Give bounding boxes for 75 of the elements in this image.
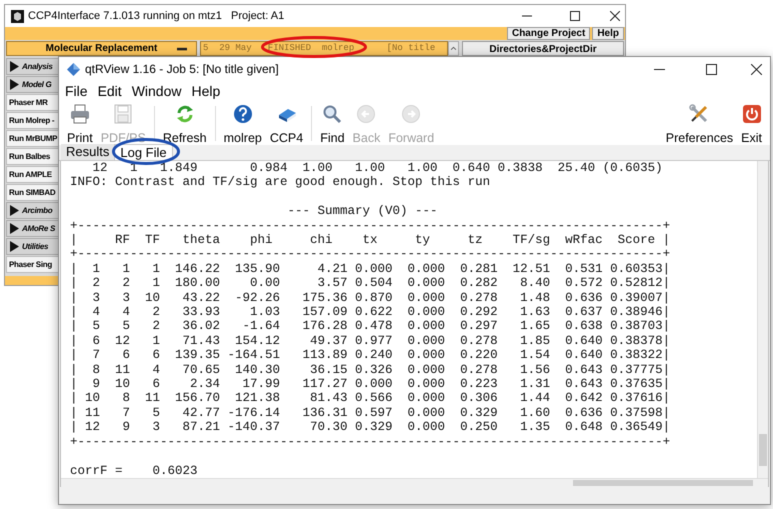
window-title: CCP4Interface 7.1.013 running on mtz1 Project: A1 bbox=[28, 8, 284, 24]
menu-item[interactable]: Edit bbox=[92, 81, 127, 102]
search-icon bbox=[322, 104, 342, 124]
toolbar-button[interactable]: Preferences bbox=[662, 102, 738, 145]
horizontal-scrollbar[interactable] bbox=[61, 478, 768, 487]
log-line: +------------------------------------------------------------------------------+ bbox=[70, 218, 672, 234]
toolbar-button[interactable]: Exit bbox=[737, 102, 766, 145]
job-entry: 5 29 May FINISHED molrep [No title bbox=[202, 42, 436, 55]
menu-item[interactable]: Help bbox=[186, 81, 226, 102]
window-title: qtRView 1.16 - Job 5: [No title given] bbox=[85, 61, 279, 78]
floppy-icon bbox=[113, 104, 134, 124]
maximize-icon[interactable] bbox=[570, 11, 580, 21]
tab[interactable]: Results bbox=[61, 144, 114, 160]
maximize-icon[interactable] bbox=[706, 64, 717, 74]
task-button[interactable]: Run SIMBAD bbox=[6, 184, 59, 201]
group-label: Analysis bbox=[22, 60, 53, 72]
group-header[interactable]: Model G bbox=[6, 76, 59, 93]
task-button[interactable]: Run AMPLE bbox=[6, 166, 59, 183]
toolbar-button[interactable]: CCP4 bbox=[266, 102, 308, 145]
expand-triangle-icon[interactable] bbox=[10, 223, 19, 234]
app-icon bbox=[11, 10, 24, 22]
expand-triangle-icon[interactable] bbox=[10, 241, 19, 252]
expand-triangle-icon[interactable] bbox=[10, 205, 19, 216]
toolbar-button[interactable]: Find bbox=[316, 102, 349, 145]
log-line: | 6 12 1 71.43 154.12 49.37 0.977 0.000 0.278 1.85 0.640 0.38378| bbox=[70, 334, 672, 348]
directories-button[interactable]: Directories&ProjectDir bbox=[462, 41, 624, 56]
group-label: Arcimbo bbox=[22, 204, 52, 216]
menu-item[interactable]: Window bbox=[126, 81, 186, 102]
group-header[interactable]: AMoRe S bbox=[6, 220, 59, 237]
tab[interactable]: Log File bbox=[114, 144, 173, 160]
scroll-up-icon[interactable] bbox=[448, 41, 459, 56]
expand-triangle-icon[interactable] bbox=[10, 79, 19, 90]
log-line: | 3 3 10 43.22 -92.26 175.36 0.870 0.000 0.278 1.48 0.636 0.39007| bbox=[70, 290, 672, 306]
log-line: | 1 1 1 146.22 135.90 4.21 0.000 0.000 0.281 12.51 0.531 0.60353| bbox=[70, 262, 672, 276]
log-line: | 8 11 4 70.65 140.30 36.15 0.326 0.000 0.278 1.56 0.643 0.37775| bbox=[70, 362, 672, 378]
expand-triangle-icon[interactable] bbox=[10, 61, 19, 72]
log-line: | 12 9 3 87.21 -140.37 70.30 0.329 0.000 0.250 1.35 0.648 0.36549| bbox=[70, 420, 672, 435]
group-label: AMoRe S bbox=[22, 222, 56, 234]
module-button[interactable]: Molecular Replacement bbox=[6, 41, 197, 56]
vertical-scrollbar[interactable] bbox=[757, 161, 768, 478]
group-label: Model G bbox=[22, 78, 52, 90]
group-header[interactable]: Arcimbo bbox=[6, 202, 59, 219]
log-line: +------------------------------------------------------------------------------+ bbox=[70, 247, 672, 262]
task-button[interactable]: Phaser MR bbox=[6, 94, 59, 111]
footer-bar bbox=[5, 276, 58, 285]
log-line: | RF TF theta phi chi tx ty tz TF/sg wRfac Score | bbox=[70, 233, 672, 248]
task-button[interactable]: Run Balbes bbox=[6, 148, 59, 165]
log-line: | 4 4 2 33.93 1.03 157.09 0.622 0.000 0.292 1.63 0.637 0.38946| bbox=[70, 305, 672, 320]
log-line: | 11 7 5 42.77 -176.14 136.31 0.597 0.000 0.329 1.60 0.636 0.37598| bbox=[70, 406, 672, 420]
refresh-icon bbox=[174, 104, 195, 124]
log-line: --- Summary (V0) --- bbox=[286, 204, 439, 219]
log-line: | 2 2 1 180.00 0.00 3.57 0.504 0.000 0.282 8.40 0.572 0.52812| bbox=[70, 276, 672, 291]
task-button[interactable]: Phaser Sing bbox=[6, 256, 59, 273]
group-header[interactable]: Utilities bbox=[6, 238, 59, 255]
top-button[interactable]: Help bbox=[592, 27, 624, 40]
task-button[interactable]: Run MrBUMP bbox=[6, 130, 59, 147]
tools-icon bbox=[689, 104, 710, 124]
log-line: corrF = 0.6023 bbox=[70, 464, 199, 478]
menu-item[interactable]: File bbox=[60, 81, 93, 102]
toolbar-button[interactable]: molrep bbox=[220, 102, 266, 145]
diamond-icon bbox=[67, 62, 80, 76]
group-header[interactable]: Analysis bbox=[6, 58, 59, 75]
log-line: +------------------------------------------------------------------------------+ bbox=[70, 434, 672, 450]
group-label: Utilities bbox=[22, 240, 48, 252]
close-icon[interactable] bbox=[751, 64, 762, 74]
log-line: INFO: Contrast and TF/sig are good enough. Stop this run bbox=[70, 175, 492, 190]
dash-icon bbox=[176, 47, 188, 52]
toolbar-button[interactable]: Refresh bbox=[158, 102, 211, 145]
log-line: | 5 5 2 36.02 -1.64 176.28 0.478 0.000 0.297 1.65 0.638 0.38703| bbox=[70, 319, 672, 334]
task-button[interactable]: Run Molrep - bbox=[6, 112, 59, 129]
close-icon[interactable] bbox=[610, 11, 620, 21]
log-line: | 7 6 6 139.35 -164.51 113.89 0.240 0.000 0.220 1.54 0.640 0.38322| bbox=[70, 348, 672, 363]
log-line: | 10 8 11 156.70 121.38 81.43 0.566 0.000 0.306 1.44 0.642 0.37616| bbox=[70, 391, 672, 406]
log-line: | 9 10 6 2.34 17.99 117.27 0.000 0.000 0.223 1.31 0.643 0.37635| bbox=[70, 377, 672, 392]
top-button[interactable]: Change Project bbox=[506, 27, 590, 40]
